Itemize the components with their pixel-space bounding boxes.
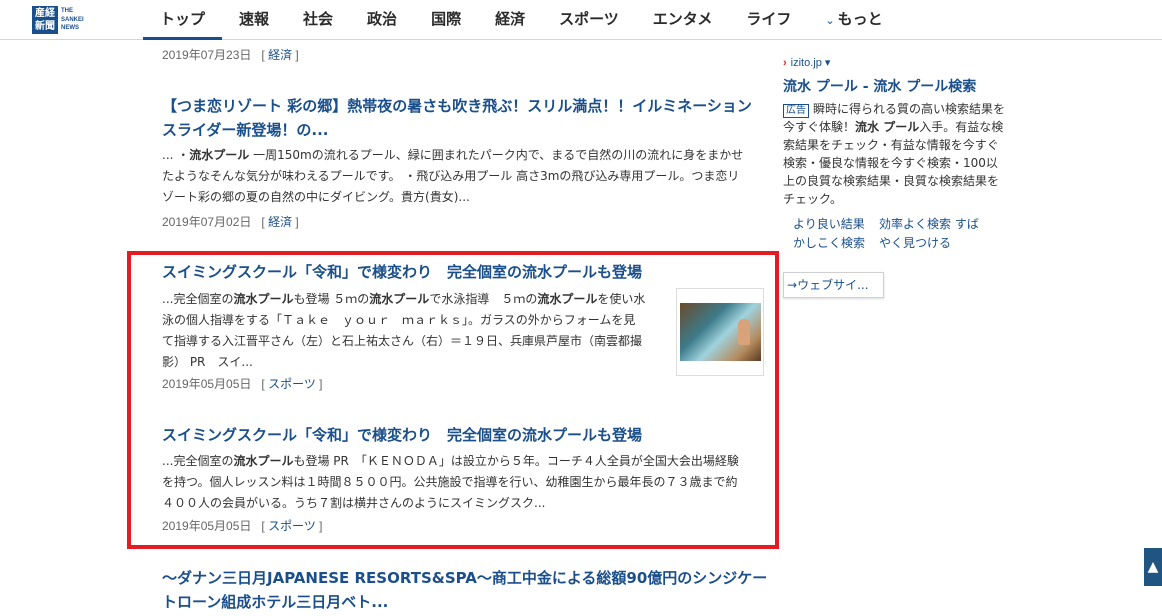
- result-category-link[interactable]: 経済: [268, 48, 292, 62]
- ad-description: 広告 瞬時に得られる質の高い検索結果を今すぐ体験！流水 プール入手。有益な検索結果…: [783, 100, 1007, 208]
- snippet-text: ４００人の会員がいる。うち７割は横井さんのようにスイミングスク...: [162, 496, 546, 510]
- site-header: 産経 新聞 THE SANKEI NEWS トップ 速報 社会 政治 国際 経済 …: [0, 0, 1162, 40]
- ad-badge: 広告: [783, 104, 809, 118]
- snippet-keyword: 流水プール: [537, 292, 598, 306]
- nav-item-entertainment[interactable]: エンタメ: [636, 0, 730, 40]
- person-figure: [738, 319, 750, 345]
- snippet-keyword: 流水プール: [369, 292, 430, 306]
- nav-item-politics[interactable]: 政治: [350, 0, 414, 40]
- nav-item-economy[interactable]: 経済: [478, 0, 542, 40]
- nav-item-sports[interactable]: スポーツ: [542, 0, 636, 40]
- snippet-text: ... ・: [162, 148, 190, 162]
- chevron-down-icon: ⌄: [825, 14, 835, 27]
- result-date-row: 2019年05月05日[ スポーツ ]: [162, 519, 323, 533]
- result-title-link[interactable]: 【つま恋リゾート 彩の郷】熱帯夜の暑さも吹き飛ぶ！スリル満点！！イルミネーション…: [162, 94, 772, 142]
- result-title-line: 【つま恋リゾート 彩の郷】熱帯夜の暑さも吹き飛ぶ！スリル満点！！イルミネーション: [162, 97, 752, 115]
- nav-item-life[interactable]: ライフ: [729, 0, 808, 40]
- result-thumbnail[interactable]: [676, 288, 764, 376]
- result-date: 2019年07月02日: [162, 215, 252, 229]
- sitelink-smart-search[interactable]: かしこく検索: [793, 234, 865, 253]
- snippet-text: を持つ。個人レッスン料は１時間８５００円。公共施設で指導を行い、幼稚園生から最年…: [162, 475, 738, 489]
- logo-mark: 産経 新聞: [32, 6, 58, 34]
- logo-text: THE SANKEI NEWS: [61, 8, 84, 31]
- ad-title-link[interactable]: 流水 プール - 流水 プール検索: [783, 76, 976, 96]
- result-date: 2019年05月05日: [162, 377, 252, 391]
- pool-photo: [680, 303, 761, 361]
- snippet-text: 影） PR スイ...: [162, 355, 253, 369]
- result-title-link[interactable]: スイミングスクール「令和」で様変わり 完全個室の流水プールも登場: [162, 423, 682, 447]
- sitelink-better-results[interactable]: より良い結果: [793, 215, 865, 234]
- sitelink-efficient-search[interactable]: 効率よく検索 すばやく見つける: [879, 215, 979, 253]
- ad-domain-link[interactable]: › izito.jp ▾: [783, 56, 830, 69]
- nav-item-top[interactable]: トップ: [143, 0, 223, 40]
- snippet-text: も登場 PR 「ＫＥＮＯＤＡ」は設立から５年。コーチ４人全員が全国大会出場経験: [293, 454, 739, 468]
- snippet-keyword: 流水プール: [233, 454, 294, 468]
- ad-domain: izito.jp: [790, 57, 822, 69]
- nav-item-more[interactable]: ⌄ もっと: [808, 0, 899, 40]
- snippet-text: ...完全個室の: [162, 292, 234, 306]
- result-title-line: 〜ダナン三日月JAPANESE RESORTS&SPA〜商工中金による総額90億…: [162, 569, 768, 587]
- website-button-label: ウェブサイ...: [797, 278, 869, 292]
- scroll-to-top-button[interactable]: ▲: [1144, 548, 1162, 586]
- snippet-text: ...完全個室の: [162, 454, 234, 468]
- ad-keyword: 流水 プール: [855, 120, 920, 134]
- nav-item-society[interactable]: 社会: [286, 0, 350, 40]
- snippet-text: ゾート彩の郷の夏の自然の中にダイビング。貴方(貴女)...: [162, 190, 470, 204]
- result-date-row: 2019年07月23日[ 経済 ]: [162, 48, 299, 62]
- snippet-text: て指導する入江晋平さん（左）と石上祐太さん（右）＝１９日、兵庫県芦屋市（南雲都撮: [162, 334, 643, 348]
- main-nav: トップ 速報 社会 政治 国際 経済 スポーツ エンタメ ライフ ⌄ もっと: [143, 0, 900, 40]
- snippet-text: 一周150mの流れるプール、緑に囲まれたパーク内で、まるで自然の川の流れに身をま…: [249, 148, 744, 162]
- nav-more-label: もっと: [837, 10, 883, 28]
- website-button[interactable]: →ウェブサイ...: [783, 272, 884, 298]
- nav-item-world[interactable]: 国際: [414, 0, 478, 40]
- result-snippet: ...完全個室の流水プールも登場 PR 「ＫＥＮＯＤＡ」は設立から５年。コーチ４…: [162, 451, 772, 514]
- snippet-text: で水泳指導 ５ｍの: [429, 292, 538, 306]
- dropdown-triangle-icon: ▾: [824, 57, 831, 69]
- nav-item-news-flash[interactable]: 速報: [222, 0, 286, 40]
- result-title-line: スライダー新登場！の...: [162, 121, 329, 139]
- result-date: 2019年05月05日: [162, 519, 252, 533]
- result-snippet: ... ・流水プール 一周150mの流れるプール、緑に囲まれたパーク内で、まるで…: [162, 145, 772, 208]
- snippet-text: を使い水: [597, 292, 646, 306]
- result-category-link[interactable]: 経済: [268, 215, 292, 229]
- result-date: 2019年07月23日: [162, 48, 252, 62]
- snippet-text: も登場 ５ｍの: [293, 292, 370, 306]
- snippet-text: 泳の個人指導をする「Ｔａｋｅ ｙｏｕｒ ｍａｒｋｓ」。ガラスの外からフォームを見: [162, 313, 636, 327]
- result-title-link[interactable]: 〜ダナン三日月JAPANESE RESORTS&SPA〜商工中金による総額90億…: [162, 566, 792, 614]
- result-date-row: 2019年05月05日[ スポーツ ]: [162, 377, 323, 391]
- izito-chevron-icon: ›: [783, 57, 787, 69]
- chevron-up-icon: ▲: [1147, 559, 1159, 575]
- snippet-keyword: 流水プール: [233, 292, 294, 306]
- snippet-text: たようなそんな気分が味わえるプールです。 ・飛び込み用プール 高さ3mの飛び込み…: [162, 169, 740, 183]
- arrow-right-icon: →: [787, 278, 798, 292]
- result-title-line: トローン組成ホテル三日月ベト...: [162, 593, 389, 611]
- sankei-logo[interactable]: 産経 新聞 THE SANKEI NEWS: [32, 6, 84, 34]
- snippet-keyword: 流水プール: [189, 148, 250, 162]
- result-date-row: 2019年07月02日[ 経済 ]: [162, 215, 299, 229]
- result-snippet: ...完全個室の流水プールも登場 ５ｍの流水プールで水泳指導 ５ｍの流水プールを…: [162, 289, 667, 373]
- result-title-link[interactable]: スイミングスクール「令和」で様変わり 完全個室の流水プールも登場: [162, 260, 682, 284]
- result-category-link[interactable]: スポーツ: [268, 519, 316, 533]
- result-category-link[interactable]: スポーツ: [268, 377, 316, 391]
